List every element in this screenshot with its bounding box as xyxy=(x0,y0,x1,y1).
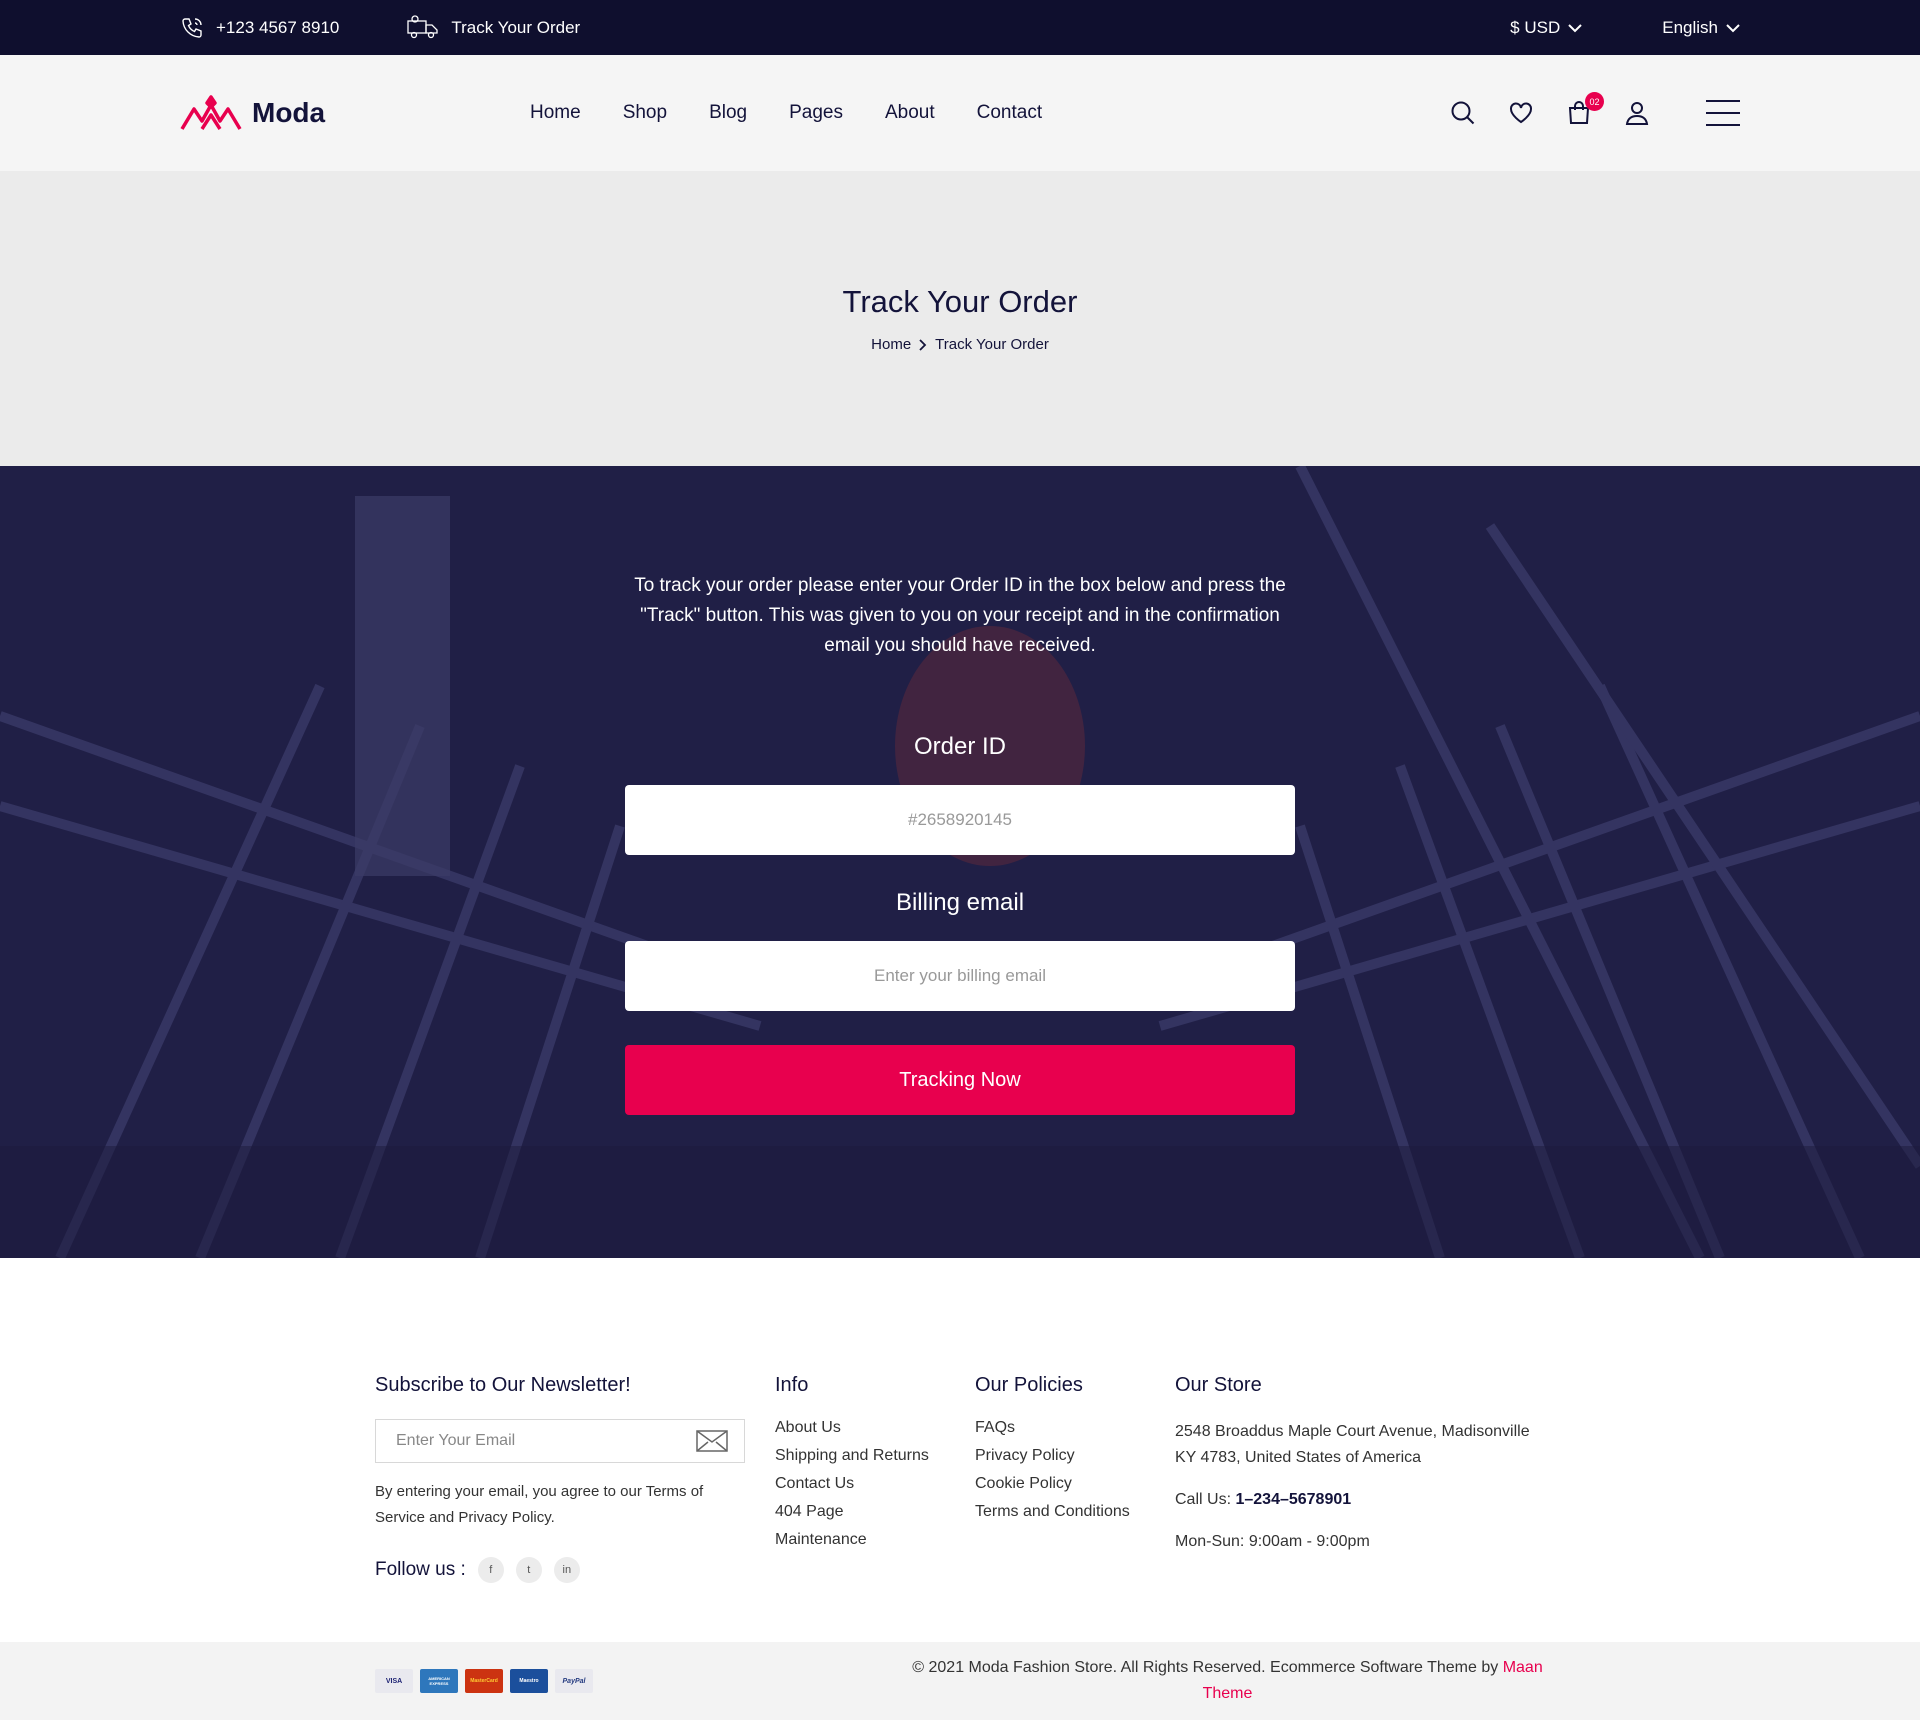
info-link-shipping[interactable]: Shipping and Returns xyxy=(775,1447,975,1465)
nav-pages[interactable]: Pages xyxy=(789,102,843,124)
follow-label: Follow us : xyxy=(375,1559,466,1580)
cart-count-badge: 02 xyxy=(1585,92,1604,111)
call-label: Call Us: xyxy=(1175,1491,1232,1508)
track-order-section: To track your order please enter your Or… xyxy=(0,466,1920,1258)
hamburger-menu-button[interactable] xyxy=(1706,100,1740,126)
follow-us: Follow us : f t in xyxy=(375,1557,775,1583)
twitter-icon[interactable]: t xyxy=(515,1557,542,1583)
policies-title: Our Policies xyxy=(975,1374,1083,1396)
order-id-input[interactable]: #2658920145 xyxy=(625,785,1295,855)
call-number[interactable]: 1–234–5678901 xyxy=(1235,1491,1351,1508)
main-header: Moda Home Shop Blog Pages About Contact … xyxy=(0,55,1920,171)
facebook-icon[interactable]: f xyxy=(477,1557,504,1583)
policy-link-faqs[interactable]: FAQs xyxy=(975,1419,1175,1437)
logo-text: Moda xyxy=(252,97,326,128)
billing-email-label: Billing email xyxy=(895,889,1025,916)
order-id-label: Order ID xyxy=(913,733,1006,760)
tracking-now-button[interactable]: Tracking Now xyxy=(625,1045,1295,1115)
menu-line xyxy=(1706,124,1740,126)
billing-email-input[interactable]: Enter your billing email xyxy=(625,941,1295,1011)
copyright-label: © 2021 Moda Fashion Store. All Rights Re… xyxy=(912,1659,1499,1676)
info-link-maintenance[interactable]: Maintenance xyxy=(775,1531,975,1549)
nav-contact[interactable]: Contact xyxy=(977,102,1042,124)
chevron-down-icon xyxy=(1726,23,1740,32)
policies-column: Our Policies FAQs Privacy Policy Cookie … xyxy=(975,1374,1175,1642)
store-address: 2548 Broaddus Maple Court Avenue, Madiso… xyxy=(1175,1423,1530,1466)
footer: Subscribe to Our Newsletter! Enter Your … xyxy=(0,1258,1920,1642)
language-value: English xyxy=(1662,17,1718,37)
phone-icon xyxy=(182,17,202,38)
track-form: To track your order please enter your Or… xyxy=(625,466,1295,1115)
chevron-down-icon xyxy=(1568,23,1582,32)
newsletter-placeholder: Enter Your Email xyxy=(396,1432,516,1449)
search-button[interactable] xyxy=(1450,100,1476,126)
visa-card-icon: VISA xyxy=(375,1669,413,1693)
track-description: To track your order please enter your Or… xyxy=(634,575,1286,656)
store-column: Our Store 2548 Broaddus Maple Court Aven… xyxy=(1175,1374,1545,1642)
top-bar: +123 4567 8910 Track Your Order $ USD En… xyxy=(0,0,1920,55)
account-button[interactable] xyxy=(1624,100,1650,126)
track-order-label: Track Your Order xyxy=(451,17,581,37)
envelope-icon[interactable] xyxy=(696,1430,728,1452)
policy-link-terms[interactable]: Terms and Conditions xyxy=(975,1503,1175,1521)
store-hours: Mon-Sun: 9:00am - 9:00pm xyxy=(1175,1533,1370,1550)
nav-home[interactable]: Home xyxy=(530,102,581,124)
page-title-banner: Track Your Order Home Track Your Order xyxy=(0,171,1920,466)
store-phone: Call Us: 1–234–5678901 xyxy=(1175,1487,1545,1513)
info-link-contact[interactable]: Contact Us xyxy=(775,1475,975,1493)
truck-icon xyxy=(407,14,439,38)
logo[interactable]: Moda xyxy=(180,95,530,131)
nav-shop[interactable]: Shop xyxy=(623,102,667,124)
heart-icon xyxy=(1510,102,1532,124)
language-select[interactable]: English xyxy=(1662,18,1740,38)
paypal-icon: PayPal xyxy=(555,1669,593,1693)
bottom-bar: VISA AMERICAN EXPRESS MasterCard Maestro… xyxy=(0,1642,1920,1720)
user-icon xyxy=(1625,102,1649,125)
amex-card-icon: AMERICAN EXPRESS xyxy=(420,1669,458,1693)
breadcrumb-current: Track Your Order xyxy=(935,336,1049,353)
policy-link-privacy[interactable]: Privacy Policy xyxy=(975,1447,1175,1465)
logo-mark-icon xyxy=(180,95,242,130)
currency-select[interactable]: $ USD xyxy=(1510,18,1582,38)
newsletter-note: By entering your email, you agree to our… xyxy=(375,1483,704,1526)
cart-button[interactable]: 02 xyxy=(1566,92,1604,126)
phone-contact[interactable]: +123 4567 8910 xyxy=(180,16,339,40)
linkedin-icon[interactable]: in xyxy=(553,1557,580,1583)
info-link-404[interactable]: 404 Page xyxy=(775,1503,975,1521)
info-title: Info xyxy=(775,1374,809,1396)
copyright-text: © 2021 Moda Fashion Store. All Rights Re… xyxy=(910,1655,1545,1707)
currency-value: $ USD xyxy=(1510,17,1561,37)
nav-about[interactable]: About xyxy=(885,102,935,124)
breadcrumb: Home Track Your Order xyxy=(871,336,1049,353)
newsletter-email-input[interactable]: Enter Your Email xyxy=(375,1419,745,1463)
mastercard-icon: MasterCard xyxy=(465,1669,503,1693)
store-title: Our Store xyxy=(1175,1374,1262,1396)
phone-number: +123 4567 8910 xyxy=(216,17,340,37)
info-link-about[interactable]: About Us xyxy=(775,1419,975,1437)
payment-methods: VISA AMERICAN EXPRESS MasterCard Maestro… xyxy=(375,1669,593,1693)
main-nav: Home Shop Blog Pages About Contact xyxy=(530,102,1042,124)
maestro-card-icon: Maestro xyxy=(510,1669,548,1693)
breadcrumb-home[interactable]: Home xyxy=(871,336,911,353)
newsletter-title: Subscribe to Our Newsletter! xyxy=(375,1374,631,1396)
menu-line xyxy=(1706,112,1740,114)
track-order-link[interactable]: Track Your Order xyxy=(407,14,581,41)
info-column: Info About Us Shipping and Returns Conta… xyxy=(775,1374,975,1642)
wishlist-button[interactable] xyxy=(1508,100,1534,126)
policy-link-cookie[interactable]: Cookie Policy xyxy=(975,1475,1175,1493)
header-actions: 02 xyxy=(1450,92,1740,126)
menu-line xyxy=(1706,100,1740,102)
page-title: Track Your Order xyxy=(842,284,1078,319)
nav-blog[interactable]: Blog xyxy=(709,102,747,124)
newsletter-column: Subscribe to Our Newsletter! Enter Your … xyxy=(375,1374,775,1642)
search-icon xyxy=(1451,101,1475,125)
chevron-right-icon xyxy=(919,338,927,351)
